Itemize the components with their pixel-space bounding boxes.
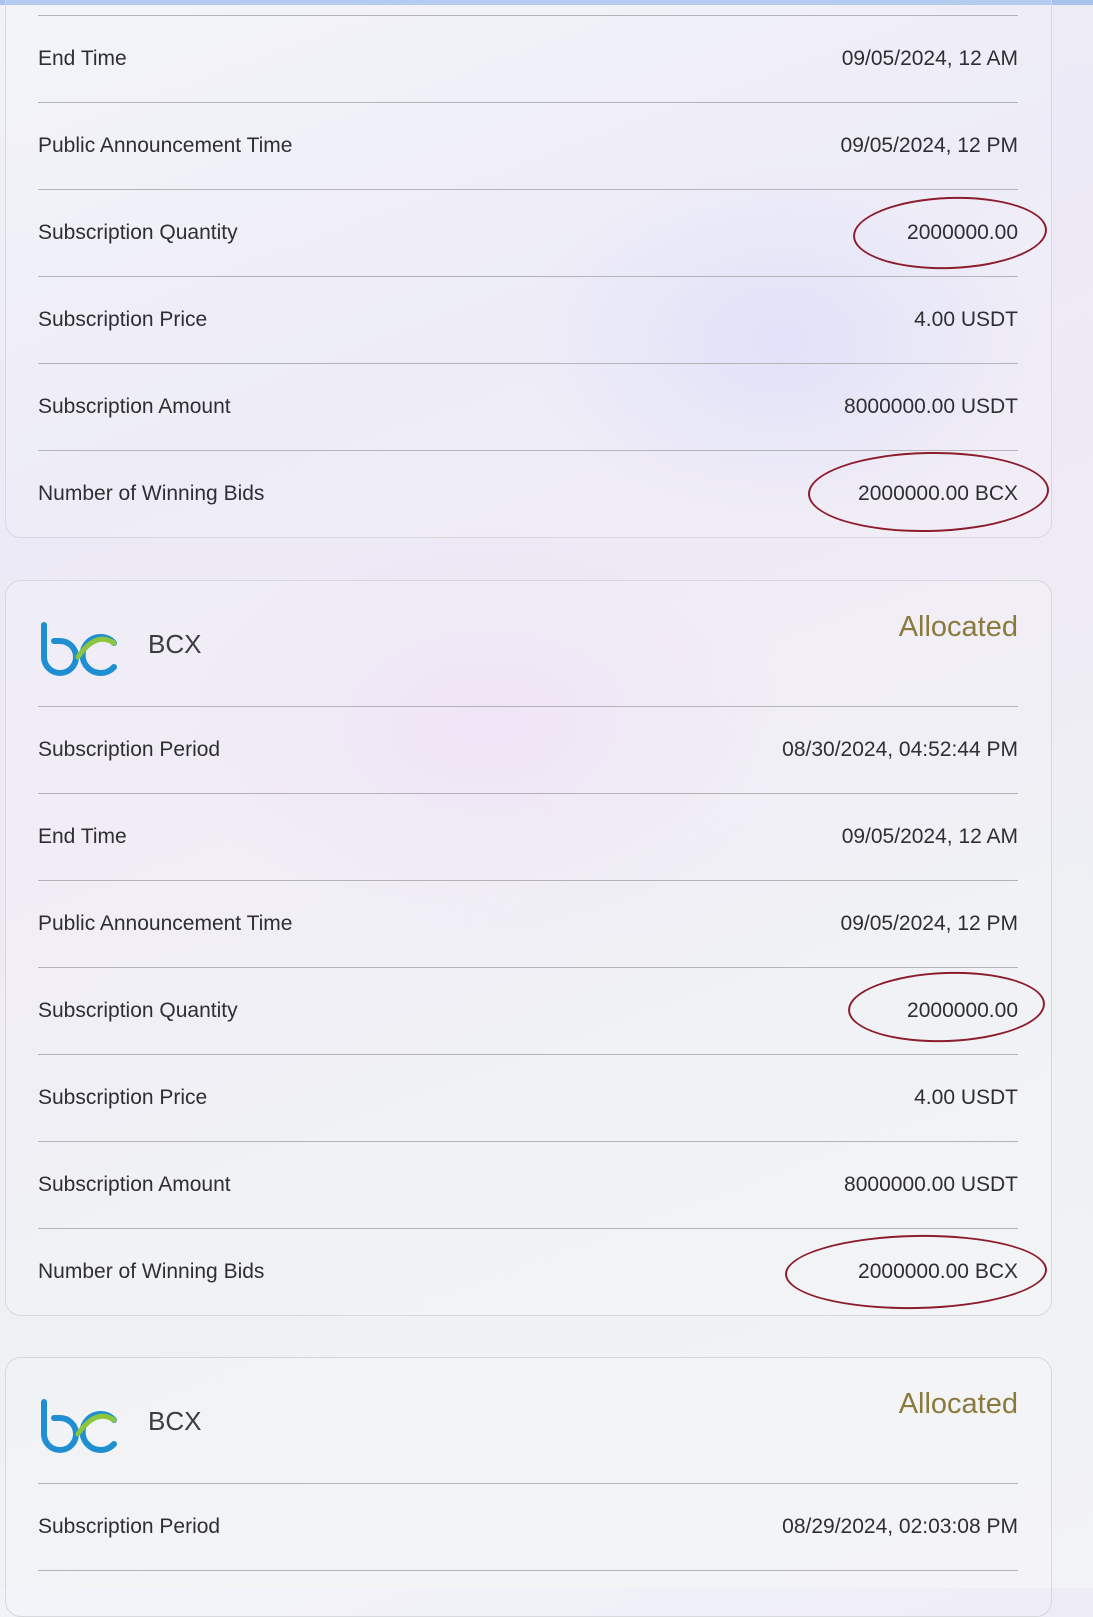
detail-row-winning-bids: Number of Winning Bids 2000000.00 BCX — [38, 1228, 1018, 1315]
row-label: Number of Winning Bids — [38, 482, 265, 505]
detail-row — [38, 0, 1018, 16]
subscription-card: BCX Allocated Subscription Period 08/30/… — [5, 580, 1052, 1316]
bcx-logo-icon — [41, 622, 117, 676]
row-value: 08/29/2024, 02:03:08 PM — [782, 1515, 1018, 1538]
detail-row-quantity: Subscription Quantity 2000000.00 — [38, 967, 1018, 1055]
card-header: BCX Allocated — [38, 1358, 1018, 1484]
detail-row-announcement-time: Public Announcement Time 09/05/2024, 12 … — [38, 102, 1018, 190]
detail-row-price: Subscription Price 4.00 USDT — [38, 276, 1018, 364]
row-value: 4.00 USDT — [914, 308, 1018, 331]
coin-name: BCX — [148, 629, 202, 659]
row-label: Public Announcement Time — [38, 134, 293, 157]
row-value: 09/05/2024, 12 PM — [840, 912, 1018, 935]
row-label: Subscription Price — [38, 308, 208, 331]
detail-row-amount: Subscription Amount 8000000.00 USDT — [38, 363, 1018, 451]
detail-row-winning-bids: Number of Winning Bids 2000000.00 BCX — [38, 450, 1018, 537]
coin-name: BCX — [148, 1406, 202, 1436]
row-label: Public Announcement Time — [38, 912, 293, 935]
row-label: Subscription Amount — [38, 395, 231, 418]
row-value: 09/05/2024, 12 AM — [841, 47, 1018, 70]
subscription-card: End Time 09/05/2024, 12 AM Public Announ… — [5, 0, 1052, 538]
card-header: BCX Allocated — [38, 581, 1018, 707]
row-value: 8000000.00 USDT — [844, 395, 1018, 418]
detail-row-amount: Subscription Amount 8000000.00 USDT — [38, 1141, 1018, 1229]
detail-row-subscription-period: Subscription Period 08/30/2024, 04:52:44… — [38, 706, 1018, 794]
row-label: Subscription Quantity — [38, 999, 238, 1022]
row-label: Subscription Period — [38, 1515, 221, 1538]
detail-row-subscription-period: Subscription Period 08/29/2024, 02:03:08… — [38, 1483, 1018, 1571]
row-value: 2000000.00 BCX — [858, 482, 1018, 505]
row-label: End Time — [38, 47, 127, 70]
row-value: 08/30/2024, 04:52:44 PM — [782, 738, 1018, 761]
row-value: 09/05/2024, 12 AM — [841, 825, 1018, 848]
row-value: 2000000.00 BCX — [858, 1260, 1018, 1283]
row-label: End Time — [38, 825, 127, 848]
row-label: Subscription Quantity — [38, 221, 238, 244]
subscription-card: BCX Allocated Subscription Period 08/29/… — [5, 1357, 1052, 1617]
row-value: 2000000.00 — [907, 221, 1018, 244]
row-value: 09/05/2024, 12 PM — [840, 134, 1018, 157]
detail-row-price: Subscription Price 4.00 USDT — [38, 1054, 1018, 1142]
row-label: Subscription Price — [38, 1086, 208, 1109]
detail-row-announcement-time: Public Announcement Time 09/05/2024, 12 … — [38, 880, 1018, 968]
status-badge: Allocated — [898, 1388, 1018, 1420]
detail-row-end-time: End Time 09/05/2024, 12 AM — [38, 793, 1018, 881]
bcx-logo-icon — [41, 1399, 117, 1453]
row-value: 8000000.00 USDT — [844, 1173, 1018, 1196]
row-label: Subscription Amount — [38, 1173, 231, 1196]
row-label: Number of Winning Bids — [38, 1260, 265, 1283]
detail-row-end-time: End Time 09/05/2024, 12 AM — [38, 15, 1018, 103]
row-value: 4.00 USDT — [914, 1086, 1018, 1109]
status-badge: Allocated — [898, 611, 1018, 643]
row-value: 2000000.00 — [907, 999, 1018, 1022]
detail-row-quantity: Subscription Quantity 2000000.00 — [38, 189, 1018, 277]
row-label: Subscription Period — [38, 738, 221, 761]
